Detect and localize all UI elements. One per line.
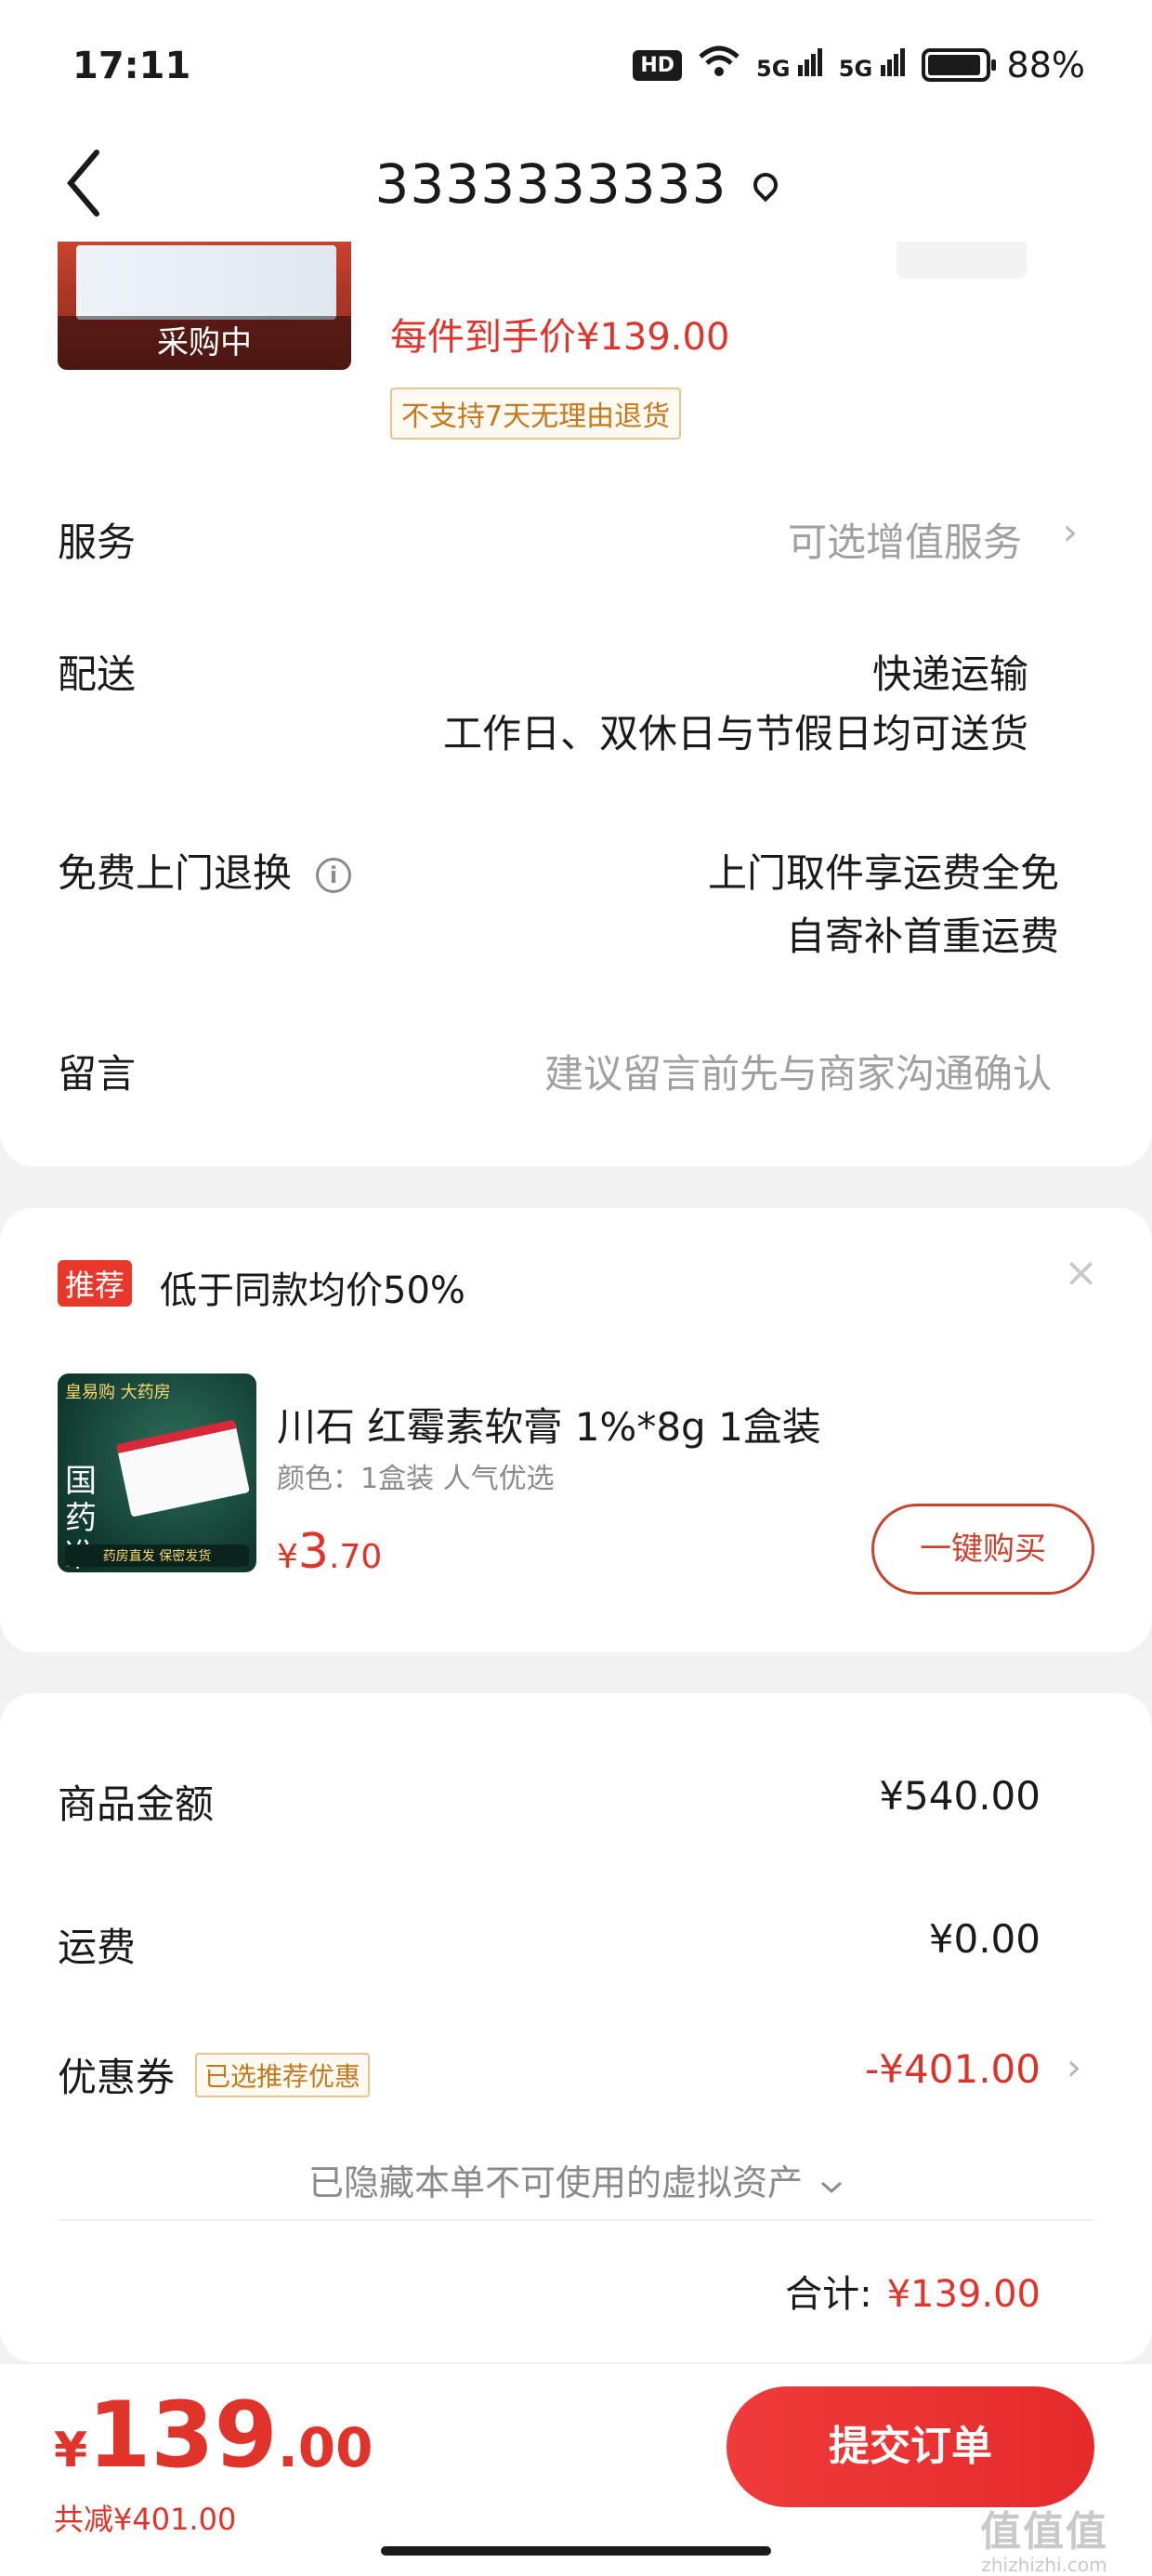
return-policy-badge: 不支持7天无理由退货 <box>390 388 682 440</box>
delivery-method: 快递运输 <box>871 651 1028 697</box>
total-reduction: 共减¥401.00 <box>54 2502 237 2537</box>
hd-icon: HD <box>633 49 682 81</box>
hidden-assets-toggle[interactable]: 已隐藏本单不可使用的虚拟资产 <box>0 2154 1152 2205</box>
product-thumbnail[interactable]: 采购中 <box>58 242 351 370</box>
quantity-stepper[interactable] <box>897 242 1027 279</box>
chevron-down-icon <box>821 2181 843 2194</box>
grand-int: 139 <box>87 2383 278 2489</box>
message-label: 留言 <box>58 1051 137 1097</box>
unit-price: 每件到手价¥139.00 <box>390 316 730 359</box>
wifi-icon <box>699 46 740 85</box>
return-value-2: 自寄补首重运费 <box>785 913 1059 959</box>
coupon-label: 优惠券 已选推荐优惠 <box>58 2046 371 2103</box>
grand-dec: .00 <box>277 2416 373 2479</box>
signal-label: 5G <box>756 56 791 82</box>
chevron-right-icon[interactable]: › <box>1063 511 1078 554</box>
grand-total: ¥139.00 <box>54 2383 373 2489</box>
thumb-package-image <box>116 1419 250 1518</box>
return-value-1: 上门取件享运费全免 <box>707 850 1059 896</box>
service-label: 服务 <box>58 519 137 565</box>
address-title: 3333333333 <box>374 152 727 216</box>
thumbnail-tag: 采购中 <box>58 316 351 370</box>
info-icon[interactable]: i <box>316 858 352 893</box>
recommend-product-name[interactable]: 川石 红霉素软膏 1%*8g 1盒装 <box>277 1396 821 1452</box>
goods-amount-value: ¥540.00 <box>879 1773 1041 1819</box>
total-label: 合计: <box>785 2273 872 2316</box>
hidden-assets-text: 已隐藏本单不可使用的虚拟资产 <box>308 2162 803 2203</box>
signal-5g-icon: 5G <box>756 48 822 82</box>
recommend-product-spec: 颜色：1盒装 人气优选 <box>277 1463 555 1495</box>
thumb-top-text: 皇易购 大药房 <box>65 1383 171 1402</box>
page-title[interactable]: 3333333333 <box>0 152 1152 216</box>
total-row: 合计: ¥139.00 <box>785 2264 1041 2318</box>
battery-icon <box>921 48 996 82</box>
thumb-bottom-text: 药房直发 保密发货 <box>65 1544 249 1567</box>
return-label: 免费上门退换 i <box>58 842 352 899</box>
status-icons: HD 5G 5G 88% <box>633 45 1085 85</box>
goods-amount-label: 商品金额 <box>58 1781 215 1827</box>
coupon-value[interactable]: -¥401.00 <box>865 2046 1041 2092</box>
order-card: 采购中 每件到手价¥139.00 不支持7天无理由退货 服务 可选增值服务 › … <box>0 242 1152 1166</box>
chevron-right-icon[interactable]: › <box>1067 2046 1081 2089</box>
signal-label-2: 5G <box>838 56 873 82</box>
submit-order-button[interactable]: 提交订单 <box>727 2386 1094 2507</box>
status-time: 17:11 <box>72 45 191 87</box>
watermark-logo: 值值值 zhizhizhi.com <box>951 2498 1137 2576</box>
signal-5g-icon-2: 5G <box>839 48 905 82</box>
recommend-text: 低于同款均价50% <box>160 1269 465 1312</box>
price-dec: .70 <box>329 1538 383 1576</box>
grand-symbol: ¥ <box>54 2423 88 2478</box>
product-box-image <box>76 245 336 320</box>
message-input[interactable]: 建议留言前先与商家沟通确认 <box>544 1043 1052 1099</box>
total-value: ¥139.00 <box>886 2273 1041 2316</box>
top-nav: 3333333333 <box>0 130 1152 242</box>
recommend-thumbnail[interactable]: 皇易购 大药房 国药准字 药房直发 保密发货 <box>58 1373 256 1572</box>
close-icon[interactable]: × <box>1064 1249 1098 1296</box>
recommend-badge: 推荐 <box>58 1260 133 1307</box>
watermark-sub: zhizhizhi.com <box>981 2554 1107 2576</box>
coupon-tag: 已选推荐优惠 <box>195 2053 371 2097</box>
one-click-buy-button[interactable]: 一键购买 <box>871 1504 1094 1595</box>
recommend-card: 推荐 低于同款均价50% × 皇易购 大药房 国药准字 药房直发 保密发货 川石… <box>0 1208 1152 1652</box>
delivery-label: 配送 <box>58 651 137 697</box>
service-value[interactable]: 可选增值服务 <box>788 511 1022 568</box>
home-indicator[interactable] <box>381 2546 771 2556</box>
delivery-schedule: 工作日、双休日与节假日均可送货 <box>442 711 1028 756</box>
location-pin-icon <box>748 167 782 203</box>
shipping-value: ¥0.00 <box>928 1916 1041 1962</box>
price-symbol: ¥ <box>277 1538 298 1576</box>
summary-card: 商品金额 ¥540.00 运费 ¥0.00 优惠券 已选推荐优惠 -¥401.00… <box>0 1693 1152 2362</box>
status-bar: 17:11 HD 5G 5G 88% <box>0 0 1152 130</box>
price-int: 3 <box>297 1524 329 1580</box>
return-label-text: 免费上门退换 <box>58 850 293 896</box>
shipping-label: 运费 <box>58 1925 137 1970</box>
recommend-price: ¥3.70 <box>277 1524 382 1580</box>
battery-percent: 88% <box>1006 45 1085 85</box>
coupon-label-text: 优惠券 <box>58 2055 176 2100</box>
divider <box>58 2219 1094 2221</box>
watermark-text: 值值值 <box>980 2508 1108 2556</box>
